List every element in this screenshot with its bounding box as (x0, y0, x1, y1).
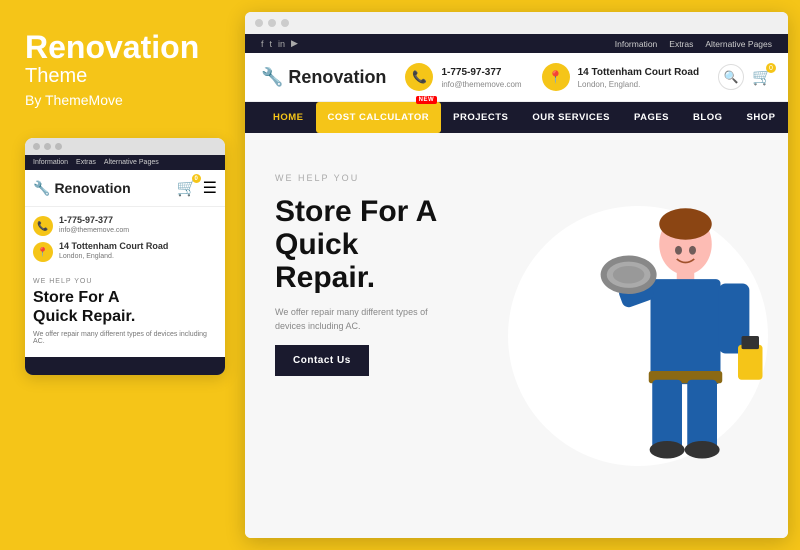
mobile-menu-icon[interactable]: ☰ (203, 178, 217, 198)
desktop-phone-text-group: 1-775-97-377 info@thememove.com (441, 66, 521, 89)
nav-home[interactable]: HOME (261, 102, 316, 133)
mobile-cart-badge: 0 (192, 174, 201, 183)
desktop-site: f t in ▶ Information Extras Alternative … (245, 34, 788, 538)
desktop-address-text-group: 14 Tottenham Court Road London, England. (578, 66, 699, 89)
desktop-address-item: 📍 14 Tottenham Court Road London, Englan… (542, 63, 699, 91)
desktop-address-line1: 14 Tottenham Court Road (578, 66, 699, 80)
chrome-dot-3 (281, 19, 289, 27)
left-panel: Renovation Theme By ThemeMove Informatio… (0, 0, 245, 550)
desktop-hero: WE HELP YOU Store For A Quick Repair. We… (245, 133, 788, 538)
hero-image-area (489, 133, 788, 538)
chrome-dot-2 (268, 19, 276, 27)
worker-figure (558, 133, 778, 538)
mobile-header-icons: 🛒 0 ☰ (177, 178, 217, 198)
mobile-location-icon: 📍 (33, 242, 53, 262)
mobile-phone-icon: 📞 (33, 216, 53, 236)
mobile-hero-line1: Store For A (33, 289, 120, 306)
mobile-contact-section: 📞 1-775-97-377 info@thememove.com 📍 14 T… (25, 207, 225, 270)
mobile-browser-dots (25, 138, 225, 155)
nav-pages[interactable]: PAGES (622, 102, 681, 133)
nav-new-badge: NEW (416, 96, 438, 104)
desktop-header-icons: 🔍 🛒 0 (718, 64, 772, 90)
mobile-hero-line2: Quick Repair. (33, 308, 135, 325)
desktop-logo-icon: 🔧 (261, 67, 283, 88)
nav-shop[interactable]: SHOP (734, 102, 787, 133)
hero-cta-button[interactable]: Contact Us (275, 345, 369, 376)
mobile-phone-row: 📞 1-775-97-377 info@thememove.com (33, 215, 217, 236)
mobile-topbar-alt[interactable]: Alternative Pages (104, 159, 159, 166)
mobile-topbar-info[interactable]: Information (33, 159, 68, 166)
hero-we-help: WE HELP YOU (275, 173, 459, 183)
hero-desc: We offer repair many different types of … (275, 306, 459, 333)
nav-cost-calculator[interactable]: NEW COST CALCULATOR (316, 102, 442, 133)
mobile-phone-text: 1-775-97-377 info@thememove.com (59, 215, 129, 234)
nav-projects[interactable]: PROJECTS (441, 102, 520, 133)
mobile-cta-bar (25, 357, 225, 375)
desktop-phone-icon: 📞 (405, 63, 433, 91)
mobile-preview: Information Extras Alternative Pages 🔧 R… (25, 138, 225, 374)
mobile-logo-icon: 🔧 (33, 180, 50, 197)
mobile-hero-title: Store For A Quick Repair. (33, 288, 217, 326)
mobile-address-line1: 14 Tottenham Court Road (59, 241, 168, 253)
chrome-dot-1 (255, 19, 263, 27)
mobile-logo[interactable]: 🔧 Renovation (33, 180, 131, 197)
desktop-nav: HOME NEW COST CALCULATOR PROJECTS OUR SE… (245, 102, 788, 133)
desktop-contact-group: 📞 1-775-97-377 info@thememove.com 📍 14 T… (405, 63, 699, 91)
desktop-cart-badge: 0 (766, 63, 776, 73)
mobile-address-line2: London, England. (59, 253, 168, 260)
hero-title-line2: Quick Repair. (275, 228, 375, 294)
mobile-cart-icon: 🛒 (177, 180, 197, 197)
mobile-dot-2 (44, 143, 51, 150)
desktop-phone-number: 1-775-97-377 (441, 66, 521, 80)
desktop-location-icon: 📍 (542, 63, 570, 91)
brand-section: Renovation Theme By ThemeMove (25, 30, 225, 108)
instagram-icon[interactable]: in (278, 39, 285, 49)
topbar-alt-pages[interactable]: Alternative Pages (705, 39, 772, 49)
mobile-hero-desc: We offer repair many different types of … (33, 331, 217, 345)
brand-subtitle: Theme (25, 65, 225, 88)
desktop-logo-text: Renovation (288, 67, 386, 88)
desktop-header: 🔧 Renovation 📞 1-775-97-377 info@thememo… (245, 53, 788, 102)
mobile-dot-1 (33, 143, 40, 150)
mobile-topbar-links: Information Extras Alternative Pages (33, 159, 159, 166)
mobile-address-row: 📍 14 Tottenham Court Road London, Englan… (33, 241, 217, 262)
mobile-hero-section: WE HELP YOU Store For A Quick Repair. We… (25, 270, 225, 352)
youtube-icon[interactable]: ▶ (291, 38, 298, 49)
facebook-icon[interactable]: f (261, 39, 264, 49)
desktop-search-icon[interactable]: 🔍 (718, 64, 744, 90)
nav-our-services[interactable]: OUR SERVICES (520, 102, 622, 133)
worker-illustration (558, 196, 778, 476)
nav-blog[interactable]: BLOG (681, 102, 734, 133)
desktop-email: info@thememove.com (441, 80, 521, 89)
nav-contact[interactable]: CONTACT (787, 102, 788, 133)
desktop-cart[interactable]: 🛒 0 (752, 67, 772, 87)
brand-title: Renovation (25, 30, 225, 65)
topbar-extras[interactable]: Extras (669, 39, 693, 49)
desktop-address-line2: London, England. (578, 80, 699, 89)
hero-title-line1: Store For A (275, 195, 437, 228)
mobile-email: info@thememove.com (59, 227, 129, 234)
topbar-information[interactable]: Information (615, 39, 658, 49)
twitter-icon[interactable]: t (270, 39, 273, 49)
desktop-phone-item: 📞 1-775-97-377 info@thememove.com (405, 63, 521, 91)
hero-text-area: WE HELP YOU Store For A Quick Repair. We… (245, 133, 489, 538)
desktop-logo[interactable]: 🔧 Renovation (261, 67, 386, 88)
mobile-cart[interactable]: 🛒 0 (177, 178, 197, 198)
mobile-we-help: WE HELP YOU (33, 278, 217, 285)
right-panel: f t in ▶ Information Extras Alternative … (245, 12, 788, 538)
mobile-phone-number: 1-775-97-377 (59, 215, 129, 227)
mobile-address-text: 14 Tottenham Court Road London, England. (59, 241, 168, 260)
mobile-header: 🔧 Renovation 🛒 0 ☰ (25, 170, 225, 207)
mobile-dot-3 (55, 143, 62, 150)
mobile-logo-text: Renovation (54, 180, 130, 196)
hero-title: Store For A Quick Repair. (275, 195, 459, 294)
mobile-topbar: Information Extras Alternative Pages (25, 155, 225, 170)
brand-by: By ThemeMove (25, 92, 225, 108)
browser-chrome (245, 12, 788, 34)
mobile-topbar-extras[interactable]: Extras (76, 159, 96, 166)
